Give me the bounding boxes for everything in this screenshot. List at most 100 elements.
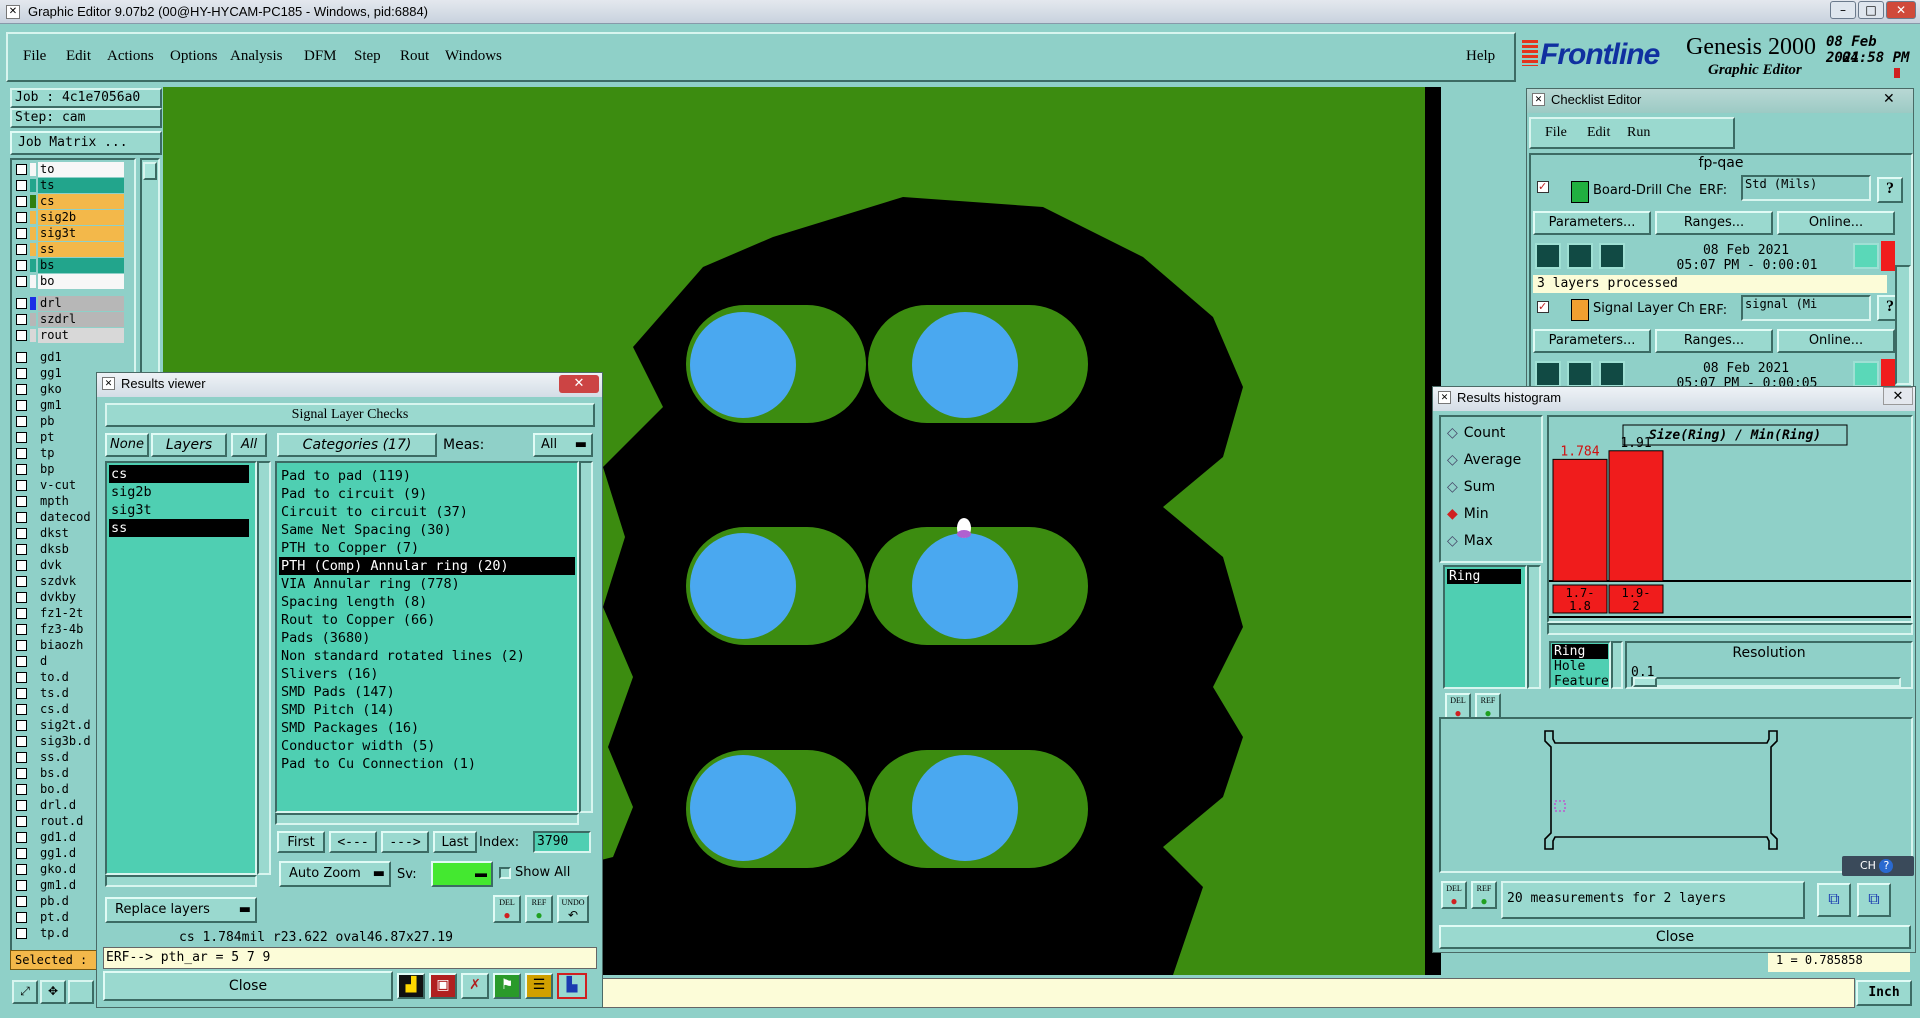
layer-checkbox[interactable] [16, 736, 27, 747]
prev-button[interactable]: <--- [329, 831, 377, 853]
item1-checkbox[interactable]: ✓ [1537, 181, 1549, 193]
last-button[interactable]: Last [433, 831, 477, 853]
resolution-slider-thumb[interactable] [1633, 677, 1657, 687]
layer-row[interactable]: bs [16, 258, 134, 273]
layer-checkbox[interactable] [16, 688, 27, 699]
layer-checkbox[interactable] [16, 896, 27, 907]
histogram-hscroll[interactable] [1547, 623, 1913, 635]
item1-name[interactable]: Board-Drill Che [1593, 183, 1699, 198]
categories-list[interactable]: Pad to pad (119) Pad to circuit (9) Circui… [275, 461, 579, 813]
layer-checkbox[interactable] [16, 544, 27, 555]
layer-checkbox[interactable] [16, 784, 27, 795]
stat-option-sum[interactable]: ◇ Sum [1447, 479, 1495, 495]
category-item[interactable]: SMD Packages (16) [279, 719, 575, 737]
item2-ranges-button[interactable]: Ranges... [1655, 329, 1773, 353]
attribute-item[interactable]: Hole [1552, 659, 1608, 674]
sv-color-select[interactable]: ▬ [431, 861, 493, 887]
layer-checkbox[interactable] [16, 244, 27, 255]
menu-options[interactable]: Options [170, 48, 218, 65]
result-layer-item[interactable]: cs [109, 465, 249, 483]
index-field[interactable]: 3790 [533, 831, 591, 853]
histogram-feature-list[interactable]: Ring [1443, 565, 1527, 689]
layer-checkbox[interactable] [16, 592, 27, 603]
meas-select[interactable]: All ▬ [533, 433, 593, 457]
menu-dfm[interactable]: DFM [304, 48, 337, 65]
category-item[interactable]: Same Net Spacing (30) [279, 521, 575, 539]
close-icon[interactable]: ✕ [1883, 387, 1913, 405]
grid-icon[interactable] [68, 980, 94, 1004]
layer-checkbox[interactable] [16, 464, 27, 475]
zoom-select[interactable]: Auto Zoom ▬ [279, 861, 391, 887]
layer-checkbox[interactable] [16, 260, 27, 271]
category-item[interactable]: Spacing length (8) [279, 593, 575, 611]
layer-checkbox[interactable] [16, 330, 27, 341]
checklist-scrollbar[interactable] [1895, 265, 1911, 385]
item2-parameters-button[interactable]: Parameters... [1533, 329, 1651, 353]
category-item[interactable]: PTH to Copper (7) [279, 539, 575, 557]
feature-list-item[interactable]: Ring [1447, 569, 1521, 584]
item2-online-button[interactable]: Online... [1777, 329, 1895, 353]
category-item[interactable]: Rout to Copper (66) [279, 611, 575, 629]
report-icon[interactable]: ☰ [525, 973, 553, 999]
layer-checkbox[interactable] [16, 298, 27, 309]
stat-option-min[interactable]: ◆ Min [1447, 506, 1489, 522]
resolution-slider[interactable] [1631, 677, 1901, 687]
layer-row[interactable]: ss [16, 242, 134, 257]
menu-rout[interactable]: Rout [400, 48, 429, 65]
preview-ref-button[interactable]: REF ● [1471, 881, 1497, 909]
item1-ranges-button[interactable]: Ranges... [1655, 211, 1773, 235]
layer-checkbox[interactable] [16, 164, 27, 175]
layer-checkbox[interactable] [16, 912, 27, 923]
attribute-item[interactable]: Feature [1552, 674, 1609, 689]
help-menu[interactable]: Help [1466, 48, 1495, 65]
result-layer-item[interactable]: sig2b [109, 483, 249, 501]
histogram-close-button[interactable]: Close [1439, 925, 1911, 949]
zoom-fit-icon[interactable]: ⤢ [12, 980, 38, 1004]
layer-checkbox[interactable] [16, 704, 27, 715]
scroll-up-icon[interactable] [143, 162, 157, 180]
layer-checkbox[interactable] [16, 768, 27, 779]
results-layers-list[interactable]: cs sig2b sig3t ss [105, 461, 257, 875]
close-icon[interactable]: ✕ [1886, 1, 1916, 19]
categories-button[interactable]: Categories (17) [277, 433, 437, 457]
category-item[interactable]: Pad to Cu Connection (1) [279, 755, 575, 773]
checklist-menu-edit[interactable]: Edit [1587, 125, 1610, 141]
layer-row[interactable]: bo [16, 274, 134, 289]
layer-row[interactable]: drl [16, 296, 134, 311]
layer-checkbox[interactable] [16, 816, 27, 827]
stat-option-count[interactable]: ◇ Count [1447, 425, 1505, 441]
category-item[interactable]: SMD Pads (147) [279, 683, 575, 701]
menu-analysis[interactable]: Analysis [230, 48, 283, 65]
attribute-list[interactable]: Ring Hole Feature [1549, 641, 1611, 689]
layer-row[interactable]: cs [16, 194, 134, 209]
item2-name[interactable]: Signal Layer Ch [1593, 301, 1699, 316]
help-icon[interactable]: ? [1879, 859, 1894, 873]
zoom-results-icon[interactable] [1853, 361, 1879, 387]
histogram-bar[interactable] [1608, 450, 1664, 582]
layer-checkbox[interactable] [16, 672, 27, 683]
run-all-icon[interactable] [1567, 243, 1593, 269]
units-button[interactable]: Inch [1856, 980, 1912, 1006]
layer-checkbox[interactable] [16, 416, 27, 427]
layer-row[interactable]: gd1 [16, 350, 134, 365]
category-item[interactable]: Circuit to circuit (37) [279, 503, 575, 521]
run-all-icon[interactable] [1567, 361, 1593, 387]
layer-checkbox[interactable] [16, 400, 27, 411]
layer-checkbox[interactable] [16, 576, 27, 587]
category-item[interactable]: VIA Annular ring (778) [279, 575, 575, 593]
categories-scrollbar[interactable] [579, 461, 593, 813]
item1-parameters-button[interactable]: Parameters... [1533, 211, 1651, 235]
feature-list-scrollbar[interactable] [1527, 565, 1541, 689]
next-button[interactable]: ---> [381, 831, 429, 853]
preview-del-button[interactable]: DEL ● [1441, 881, 1467, 909]
layers-list-hscroll[interactable] [105, 875, 257, 887]
attribute-item[interactable]: Ring [1552, 644, 1608, 659]
histogram-icon[interactable]: ▙ [557, 973, 587, 999]
menu-step[interactable]: Step [354, 48, 381, 65]
layer-checkbox[interactable] [16, 276, 27, 287]
attribute-scrollbar[interactable] [1611, 641, 1623, 689]
export-icon[interactable]: ⧉ [1817, 883, 1851, 917]
checklist-menu-file[interactable]: File [1545, 125, 1567, 141]
menu-actions[interactable]: Actions [107, 48, 154, 65]
layer-checkbox[interactable] [16, 720, 27, 731]
